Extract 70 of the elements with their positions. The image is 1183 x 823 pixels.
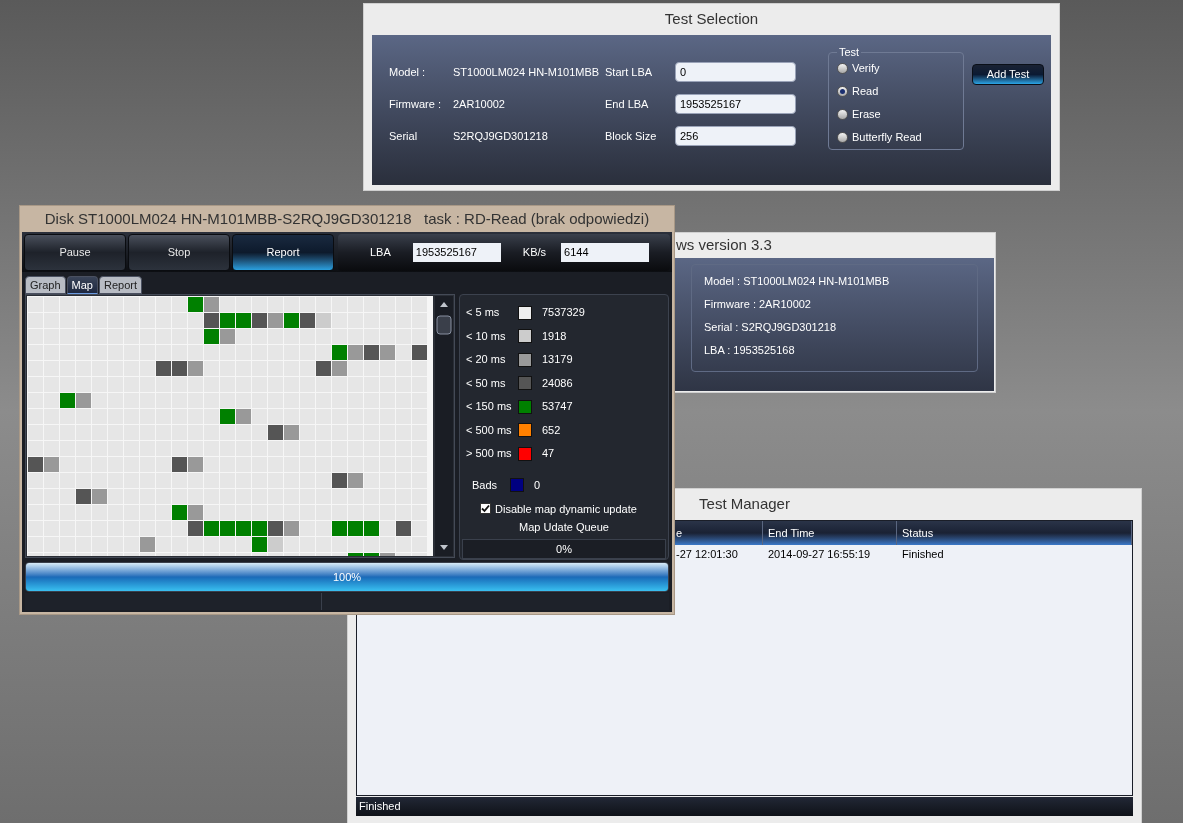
radio-option[interactable]: Erase xyxy=(837,106,955,123)
window-title: ws version 3.3 xyxy=(676,235,772,256)
field-label: Serial xyxy=(389,129,419,144)
info-line: LBA : 1953525168 xyxy=(704,343,796,358)
table-cell-text: -27 12:01:30 xyxy=(676,546,738,562)
field-value: 2AR10002 xyxy=(453,97,506,112)
legend-count: 47 xyxy=(542,446,555,462)
info-line: Model : ST1000LM024 HN-M101MBB xyxy=(704,274,891,289)
legend-count: 0 xyxy=(534,477,541,493)
tab[interactable]: Graph xyxy=(25,276,66,294)
legend-count: 13179 xyxy=(542,352,573,368)
checkbox-row[interactable]: Disable map dynamic update xyxy=(480,500,668,517)
queue-label: Map Udate Queue xyxy=(519,519,609,535)
toolbar-button[interactable]: Pause xyxy=(24,233,126,271)
legend-label: < 5 ms xyxy=(466,305,501,321)
info-line: Firmware : 2AR10002 xyxy=(704,297,812,312)
check-icon xyxy=(481,504,490,514)
legend-label: < 150 ms xyxy=(466,399,513,415)
radio-option[interactable]: Verify xyxy=(837,60,955,77)
legend-count: 53747 xyxy=(542,399,573,415)
radio-icon[interactable] xyxy=(837,132,848,143)
field-label: KB/s xyxy=(522,244,547,260)
field-label: Block Size xyxy=(605,128,658,144)
legend-label: < 10 ms xyxy=(466,328,507,344)
field-label: Start LBA xyxy=(605,64,654,80)
checkbox[interactable] xyxy=(480,503,491,515)
legend-label: < 20 ms xyxy=(466,352,507,368)
toolbar-button[interactable]: Report xyxy=(232,233,334,271)
legend-label: < 50 ms xyxy=(466,375,507,391)
radio-icon[interactable] xyxy=(837,86,848,97)
input-field[interactable]: 0 xyxy=(675,62,796,82)
column-header[interactable]: e xyxy=(676,524,683,542)
radio-icon[interactable] xyxy=(837,109,848,120)
add-test-button[interactable]: Add Test xyxy=(972,64,1044,85)
legend-count: 7537329 xyxy=(542,305,585,321)
field-label: Model : xyxy=(389,65,427,80)
tab[interactable]: Map xyxy=(66,276,98,294)
window-title: Test Selection xyxy=(664,9,759,30)
column-header[interactable]: End Time xyxy=(768,524,815,542)
info-line: Serial : S2RQJ9GD301218 xyxy=(704,320,838,335)
window-title: Test Manager xyxy=(699,494,790,515)
progress-text: 0% xyxy=(556,541,572,557)
input-field[interactable]: 1953525167 xyxy=(675,94,796,114)
field-value: ST1000LM024 HN-M101MBB xyxy=(453,65,601,80)
legend-count: 24086 xyxy=(542,375,573,391)
input-field[interactable]: 256 xyxy=(675,126,796,146)
scrollbar-drawing[interactable] xyxy=(435,296,453,556)
radio-option[interactable]: Read xyxy=(837,83,955,100)
table-cell-text: Finished xyxy=(902,546,944,562)
window-title: Disk ST1000LM024 HN-M101MBB-S2RQJ9GD301218 task : RD-Read (brak odpowiedzi) xyxy=(44,208,650,229)
group-title: Test xyxy=(838,45,861,60)
status-text: Finished xyxy=(359,799,401,815)
field-label: Firmware : xyxy=(389,97,442,112)
legend-label: > 500 ms xyxy=(466,446,513,462)
table-cell-text: 2014-09-27 16:55:19 xyxy=(768,546,871,562)
field-label: LBA xyxy=(370,244,391,260)
toolbar-button[interactable]: Stop xyxy=(128,233,230,271)
column-header[interactable]: Status xyxy=(902,524,934,542)
legend-count: 1918 xyxy=(542,328,567,344)
input-field[interactable]: 1953525167 xyxy=(412,242,501,262)
legend-label: < 500 ms xyxy=(466,422,513,438)
field-label: End LBA xyxy=(605,96,650,112)
field-value: S2RQJ9GD301218 xyxy=(453,129,549,144)
legend-label: Bads xyxy=(472,477,499,493)
radio-icon[interactable] xyxy=(837,63,848,74)
radio-option[interactable]: Butterfly Read xyxy=(837,129,955,146)
input-field[interactable]: 6144 xyxy=(561,242,650,262)
legend-count: 652 xyxy=(542,422,561,438)
tab[interactable]: Report xyxy=(99,276,142,294)
progress-text: 100% xyxy=(332,569,362,585)
